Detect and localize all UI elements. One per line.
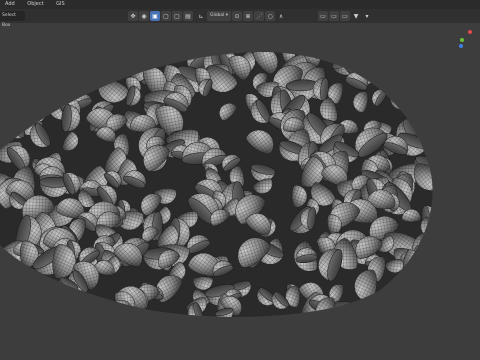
hemisphere-cap <box>57 297 74 317</box>
chevron-down-icon[interactable]: ▾ <box>362 11 372 21</box>
hemisphere-cap <box>422 105 433 126</box>
hemisphere-cap <box>413 245 433 281</box>
menu-object[interactable]: Object <box>27 1 43 7</box>
proportional-edit-icon[interactable]: ○ <box>265 11 276 21</box>
select-box-dropdown[interactable]: Select Box <box>0 11 25 28</box>
hemisphere-cap <box>29 79 54 100</box>
hemisphere-cap <box>430 52 433 69</box>
hemisphere-cap <box>418 259 433 284</box>
hemisphere-cap <box>12 52 37 81</box>
select-extend-icon[interactable]: ▢ <box>161 11 171 21</box>
hemisphere-cap <box>42 52 75 66</box>
magnet-icon[interactable]: ⋓ <box>243 11 254 21</box>
hemisphere-cap <box>405 68 431 92</box>
right-header-buttons: ▭ ▭ ▭ ▼ ▾ <box>318 11 372 21</box>
hemisphere-cap <box>71 52 101 82</box>
hemisphere-cap <box>39 52 55 70</box>
hemisphere-cap <box>30 55 51 81</box>
select-new-icon[interactable]: ▣ <box>150 11 160 21</box>
hemisphere-cap <box>23 53 58 78</box>
hemisphere-cap <box>113 52 133 69</box>
pivot-point-icon[interactable]: ⊙ <box>232 11 243 21</box>
select-intersect-icon[interactable]: ▤ <box>183 11 193 21</box>
hemisphere-cap <box>404 82 422 106</box>
select-icon[interactable]: ◉ <box>139 11 149 21</box>
gizmo-z-icon[interactable] <box>459 44 463 48</box>
hemisphere-cap <box>45 69 71 102</box>
3d-viewport[interactable] <box>0 23 480 360</box>
gizmo-y-icon[interactable] <box>460 38 464 42</box>
hemisphere-cap <box>5 88 39 113</box>
hemisphere-cap <box>3 57 40 83</box>
menu-add[interactable]: Add <box>5 1 15 7</box>
navigation-gizmo[interactable] <box>458 30 474 50</box>
hemisphere-cap <box>418 114 433 134</box>
hemisphere-cap <box>3 304 19 317</box>
selection-mode-buttons: ✥ ◉ ▣ ▢ ▢ ▤ <box>128 11 193 21</box>
hemisphere-cap <box>29 302 43 317</box>
hemisphere-cap <box>98 52 120 72</box>
hemisphere-cap <box>36 80 49 100</box>
hemisphere-cap <box>0 84 24 101</box>
tool-icon[interactable]: ✥ <box>128 11 138 21</box>
hemisphere-cap <box>415 52 433 67</box>
gizmo-x-icon[interactable] <box>468 30 472 34</box>
hemisphere-cap <box>404 279 428 313</box>
hemisphere-cap <box>333 308 354 317</box>
transform-pivot-icon[interactable]: ⊾ <box>196 11 206 21</box>
hemisphere-cap <box>35 62 52 84</box>
hemisphere-cap <box>1 95 36 120</box>
hemisphere-cap <box>402 249 426 282</box>
filter-icon[interactable]: ▼ <box>351 11 361 21</box>
overlay-icon[interactable]: ▭ <box>318 11 328 21</box>
proportional-falloff-icon[interactable]: ∧ <box>276 11 286 21</box>
hemisphere-cap <box>393 288 417 317</box>
select-subtract-icon[interactable]: ▢ <box>172 11 182 21</box>
transform-group: ⊾ Global ▾ ⊙ ⋓ ⋰ ○ ∧ <box>196 11 286 21</box>
menu-bar: Add Object GIS <box>0 0 480 9</box>
snap-target-icon[interactable]: ⋰ <box>254 11 265 21</box>
hemisphere-cap <box>407 52 433 70</box>
hemisphere-cap <box>35 73 61 103</box>
hemisphere-cap <box>399 65 423 86</box>
hemisphere-cap <box>388 52 423 71</box>
orientation-dropdown[interactable]: Global ▾ <box>207 11 232 21</box>
hemisphere-cap <box>62 52 91 65</box>
hemisphere-cap <box>63 52 99 76</box>
restrict-icon[interactable]: ▭ <box>340 11 350 21</box>
menu-gis[interactable]: GIS <box>56 1 65 7</box>
view-layer-icon[interactable]: ▭ <box>329 11 339 21</box>
